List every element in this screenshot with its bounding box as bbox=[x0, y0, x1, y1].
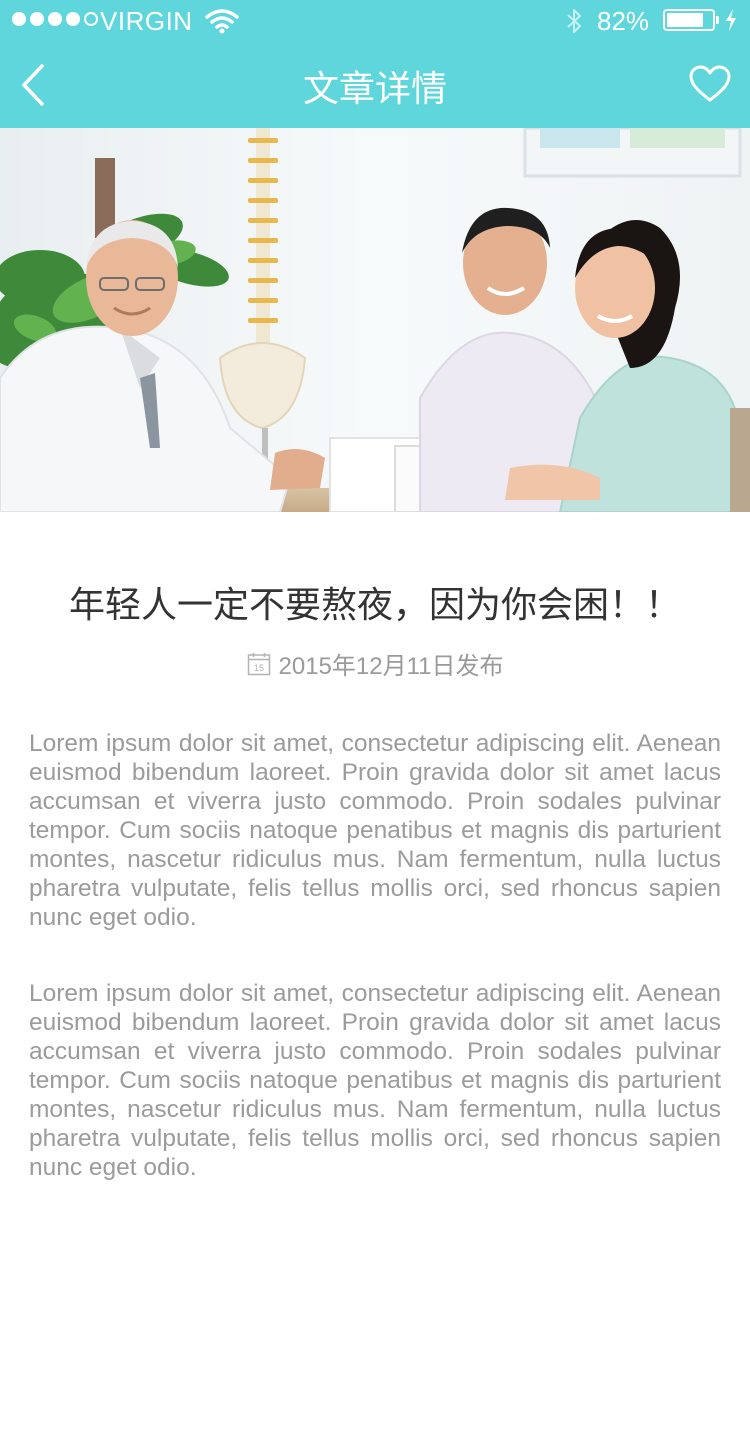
favorite-button[interactable] bbox=[688, 64, 732, 104]
signal-dot bbox=[66, 12, 80, 26]
article-meta: 15 2015年12月11日发布 bbox=[0, 646, 750, 681]
battery-percentage: 82% bbox=[597, 6, 650, 36]
signal-dot bbox=[48, 12, 62, 26]
battery-icon bbox=[663, 9, 719, 31]
publish-date: 2015年12月11日发布 bbox=[278, 653, 504, 680]
battery-level bbox=[667, 13, 703, 27]
carrier-label: VIRGIN bbox=[100, 6, 193, 36]
bluetooth-icon bbox=[567, 9, 581, 33]
wifi-icon bbox=[205, 9, 239, 34]
top-bar: VIRGIN 82% 文章详情 bbox=[0, 0, 750, 128]
signal-dot bbox=[30, 12, 44, 26]
back-button[interactable] bbox=[18, 62, 48, 108]
article-paragraph: Lorem ipsum dolor sit amet, consectetur … bbox=[29, 980, 721, 1181]
charging-icon bbox=[726, 9, 736, 31]
page-title: 文章详情 bbox=[302, 68, 447, 109]
signal-dot bbox=[12, 12, 26, 26]
status-bar: VIRGIN 82% bbox=[0, 0, 750, 40]
article-title: 年轻人一定不要熬夜，因为你会困！！ bbox=[68, 584, 681, 625]
article-paragraph: Lorem ipsum dolor sit amet, consectetur … bbox=[29, 730, 721, 931]
signal-dot bbox=[84, 12, 98, 26]
article-hero-image bbox=[0, 128, 750, 512]
calendar-icon: 15 bbox=[247, 652, 270, 675]
svg-text:15: 15 bbox=[253, 663, 263, 673]
signal-strength-icon bbox=[12, 12, 98, 26]
